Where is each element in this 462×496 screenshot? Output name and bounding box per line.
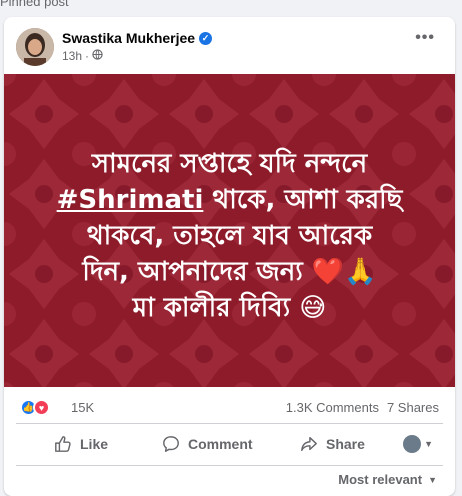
- comment-button[interactable]: Comment: [162, 435, 253, 453]
- shares-count[interactable]: 7 Shares: [387, 400, 439, 415]
- post-timestamp[interactable]: 13h: [62, 49, 82, 63]
- engagement-stats: 1.3K Comments 7 Shares: [286, 400, 439, 415]
- quote-line-5: মা কালীর দিব্যি 😅: [132, 293, 327, 323]
- love-reaction-icon: ♥: [33, 399, 50, 416]
- globe-icon: [92, 49, 103, 63]
- comments-count[interactable]: 1.3K Comments: [286, 400, 379, 415]
- quote-line-3: থাকবে, তাহলে যাব আরেক: [86, 221, 373, 251]
- comment-as-selector[interactable]: ▼: [403, 435, 433, 453]
- divider: [16, 465, 443, 466]
- like-label: Like: [80, 436, 109, 452]
- thumbs-up-icon: [54, 435, 72, 453]
- more-options-icon[interactable]: •••: [415, 29, 435, 47]
- quote-line-2: #Shrimati থাকে, আশা করছি: [4, 182, 455, 218]
- hashtag-link[interactable]: #Shrimati: [57, 185, 204, 215]
- quote-line-4: দিন, আপনাদের জন্য ❤️🙏: [82, 257, 377, 287]
- comment-label: Comment: [188, 436, 253, 452]
- author-avatar[interactable]: [16, 28, 54, 66]
- share-label: Share: [326, 436, 365, 452]
- comment-sort-dropdown[interactable]: Most relevant ▼: [338, 472, 437, 487]
- author-name[interactable]: Swastika Mukherjee: [62, 30, 195, 46]
- sort-label: Most relevant: [338, 472, 423, 487]
- chevron-down-icon: ▼: [428, 474, 437, 485]
- reaction-count[interactable]: 15K: [71, 400, 94, 415]
- post-card: Swastika Mukherjee ✓ 13h · ••• সামনের সপ…: [4, 17, 455, 496]
- like-button[interactable]: Like: [54, 435, 108, 453]
- reaction-summary[interactable]: 👍 ♥ 15K: [20, 399, 94, 416]
- divider: [16, 423, 443, 424]
- verified-badge-icon: ✓: [199, 31, 213, 45]
- post-image[interactable]: সামনের সপ্তাহে যদি নন্দনে #Shrimati থাকে…: [4, 74, 455, 387]
- dot-separator: ·: [85, 49, 90, 63]
- user-avatar: [403, 435, 422, 453]
- quote-line-1: সামনের সপ্তাহে যদি নন্দনে: [91, 149, 368, 179]
- quote-line-2-rest: থাকে, আশা করছি: [203, 185, 403, 215]
- share-arrow-icon: [300, 435, 318, 453]
- share-button[interactable]: Share: [300, 435, 365, 453]
- post-header: Swastika Mukherjee ✓ 13h · •••: [4, 17, 455, 73]
- pinned-post-label: Pinned post: [0, 0, 69, 9]
- chevron-down-icon: ▼: [424, 439, 433, 449]
- post-actions: Like Comment Share: [4, 427, 455, 461]
- image-quote-text: সামনের সপ্তাহে যদি নন্দনে #Shrimati থাকে…: [4, 146, 455, 326]
- comment-bubble-icon: [162, 435, 180, 453]
